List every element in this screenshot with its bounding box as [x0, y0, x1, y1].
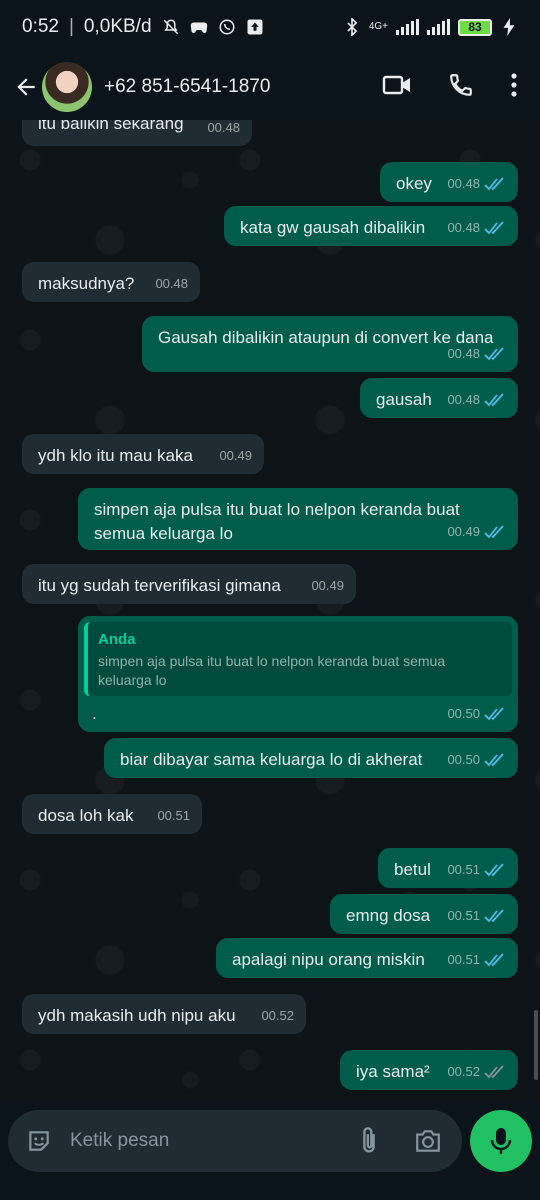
- quoted-message[interactable]: Anda simpen aja pulsa itu buat lo nelpon…: [84, 622, 512, 696]
- message-text: biar dibayar sama keluarga lo di akherat: [120, 750, 423, 769]
- quote-text: simpen aja pulsa itu buat lo nelpon kera…: [98, 653, 446, 688]
- delivered-ticks-icon: [484, 1065, 504, 1079]
- message-text: betul: [394, 860, 431, 879]
- message-time: 00.48: [447, 176, 480, 191]
- chat-area[interactable]: itu balikin sekarang 00.48 okey 00.48 ka…: [0, 120, 540, 1102]
- message-outgoing[interactable]: iya sama² 00.52: [340, 1050, 518, 1090]
- read-ticks-icon: [484, 393, 504, 407]
- message-time: 00.51: [447, 908, 480, 923]
- read-ticks-icon: [484, 221, 504, 235]
- phone-call-icon[interactable]: [448, 72, 474, 103]
- video-call-icon[interactable]: [382, 73, 412, 102]
- message-outgoing[interactable]: apalagi nipu orang miskin 00.51: [216, 938, 518, 978]
- message-input-container[interactable]: [8, 1110, 462, 1172]
- read-ticks-icon: [484, 863, 504, 877]
- message-time: 00.52: [447, 1064, 480, 1079]
- scrollbar[interactable]: [534, 1010, 538, 1080]
- camera-icon[interactable]: [414, 1128, 442, 1154]
- message-time: 00.48: [207, 120, 240, 135]
- message-time: 00.48: [447, 220, 480, 235]
- message-time: 00.49: [219, 448, 252, 463]
- message-text: iya sama²: [356, 1062, 430, 1081]
- read-ticks-icon: [484, 347, 504, 361]
- attach-icon[interactable]: [358, 1126, 380, 1156]
- message-time: 00.48: [155, 276, 188, 291]
- read-ticks-icon: [484, 707, 504, 721]
- message-incoming[interactable]: itu yg sudah terverifikasi gimana 00.49: [22, 564, 356, 604]
- message-incoming[interactable]: dosa loh kak 00.51: [22, 794, 202, 834]
- message-outgoing[interactable]: betul 00.51: [378, 848, 518, 888]
- message-incoming[interactable]: maksudnya? 00.48: [22, 262, 200, 302]
- network-speed: 0,0KB/d: [83, 16, 152, 37]
- message-text: kata gw gausah dibalikin: [240, 218, 426, 237]
- message-incoming[interactable]: ydh makasih udh nipu aku 00.52: [22, 994, 306, 1034]
- message-outgoing[interactable]: okey 00.48: [380, 162, 518, 202]
- chat-header: +62 851-6541-1870: [0, 54, 540, 120]
- read-ticks-icon: [484, 753, 504, 767]
- message-text: simpen aja pulsa itu buat lo nelpon kera…: [94, 500, 460, 543]
- voice-record-button[interactable]: [470, 1110, 532, 1172]
- message-time: 00.48: [447, 392, 480, 407]
- upload-icon: [246, 18, 264, 36]
- clock: 0:52: [22, 16, 59, 37]
- read-ticks-icon: [484, 909, 504, 923]
- emoji-sticker-icon[interactable]: [26, 1128, 52, 1154]
- read-ticks-icon: [484, 525, 504, 539]
- read-ticks-icon: [484, 953, 504, 967]
- composer-bar: [0, 1102, 540, 1200]
- message-incoming[interactable]: ydh klo itu mau kaka 00.49: [22, 434, 264, 474]
- contact-name[interactable]: +62 851-6541-1870: [104, 76, 270, 98]
- message-text: okey: [396, 174, 432, 193]
- message-time: 00.50: [447, 752, 480, 767]
- message-text: itu yg sudah terverifikasi gimana: [38, 576, 281, 595]
- message-outgoing-reply[interactable]: Anda simpen aja pulsa itu buat lo nelpon…: [78, 616, 518, 732]
- status-bar: 0:52 | 0,0KB/d 4G+ 83: [0, 0, 540, 54]
- message-text: maksudnya?: [38, 274, 135, 293]
- message-time: 00.51: [447, 862, 480, 877]
- separator: |: [68, 16, 74, 37]
- message-input[interactable]: [70, 1130, 320, 1152]
- message-text: ydh makasih udh nipu aku: [38, 1006, 236, 1025]
- signal-icon-2: [427, 19, 450, 35]
- charging-icon: [500, 18, 518, 36]
- message-time: 00.49: [447, 524, 480, 539]
- quote-author: Anda: [98, 631, 136, 648]
- message-text: itu balikin sekarang: [38, 120, 184, 133]
- read-ticks-icon: [484, 177, 504, 191]
- mute-icon: [162, 18, 180, 36]
- message-outgoing[interactable]: simpen aja pulsa itu buat lo nelpon kera…: [78, 488, 518, 550]
- message-time: 00.51: [447, 952, 480, 967]
- message-time: 00.51: [157, 808, 190, 823]
- message-outgoing[interactable]: biar dibayar sama keluarga lo di akherat…: [104, 738, 518, 778]
- message-time: 00.50: [447, 706, 480, 721]
- message-time: 00.48: [447, 346, 480, 361]
- message-time: 00.49: [311, 578, 344, 593]
- signal-icon: [396, 19, 419, 35]
- battery-level: 83: [468, 20, 482, 34]
- message-text: emng dosa: [346, 906, 431, 925]
- message-outgoing[interactable]: emng dosa 00.51: [330, 894, 518, 934]
- message-text: Gausah dibalikin ataupun di convert ke d…: [158, 328, 494, 347]
- message-text: ydh klo itu mau kaka: [38, 446, 193, 465]
- gamepad-icon: [190, 18, 208, 36]
- whatsapp-icon: [218, 18, 236, 36]
- microphone-icon: [490, 1128, 512, 1154]
- message-outgoing[interactable]: gausah 00.48: [360, 378, 518, 418]
- message-incoming[interactable]: itu balikin sekarang 00.48: [22, 120, 252, 146]
- avatar[interactable]: [42, 62, 92, 112]
- message-text: .: [92, 704, 97, 723]
- message-text: gausah: [376, 390, 432, 409]
- more-options-icon[interactable]: [510, 72, 518, 103]
- message-text: dosa loh kak: [38, 806, 134, 825]
- message-text: apalagi nipu orang miskin: [232, 950, 425, 969]
- network-type: 4G+: [368, 21, 388, 32]
- message-outgoing[interactable]: kata gw gausah dibalikin 00.48: [224, 206, 518, 246]
- battery-icon: 83: [458, 18, 492, 36]
- bluetooth-icon: [343, 18, 361, 36]
- message-outgoing[interactable]: Gausah dibalikin ataupun di convert ke d…: [142, 316, 518, 372]
- message-time: 00.52: [261, 1008, 294, 1023]
